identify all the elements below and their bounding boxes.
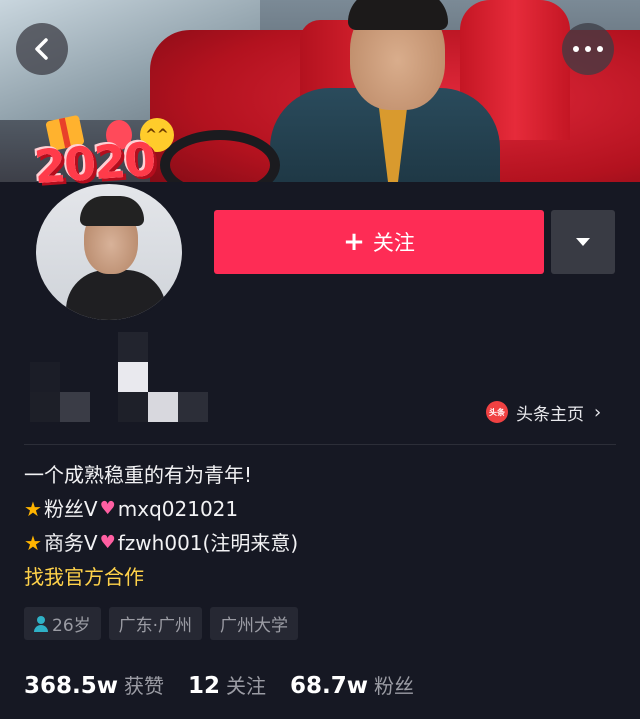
user-icon [34, 615, 48, 632]
follow-label: 关注 [372, 231, 415, 255]
hearts-icon: ♥ [99, 498, 116, 519]
chevron-right-icon: › [594, 401, 602, 423]
toutiao-logo-icon: 头条 [486, 401, 508, 423]
back-button[interactable] [16, 23, 68, 75]
followers-stat[interactable]: 68.7w 粉丝 [290, 670, 414, 699]
sticker-text: 2020 [32, 131, 156, 195]
likes-stat: 368.5w 获赞 [24, 673, 164, 699]
following-stat[interactable]: 12 关注 [188, 670, 266, 699]
bio-line-business: ★ 商务V ♥ fzwh001(注明来意) [24, 526, 624, 560]
more-dots-icon [573, 46, 579, 52]
new-year-sticker: ^^ 2020 [28, 114, 188, 204]
chevron-left-icon [35, 38, 48, 60]
toutiao-label: 头条主页 [516, 404, 584, 425]
profile-tags: 26岁 广东·广州 广州大学 [24, 607, 299, 640]
bio: 一个成熟稳重的有为青年! ★ 粉丝V ♥ mxq021021 ★ 商务V ♥ f… [24, 458, 624, 594]
official-cooperation-link[interactable]: 找我官方合作 [24, 560, 624, 594]
location-tag: 广东·广州 [108, 607, 203, 640]
star-icon: ★ [24, 531, 42, 555]
bio-line-1: 一个成熟稳重的有为青年! [24, 463, 253, 487]
profile-stats: 368.5w 获赞 12 关注 68.7w 粉丝 [24, 670, 414, 699]
plus-icon: + [343, 227, 365, 257]
recommend-dropdown-button[interactable] [551, 210, 615, 274]
school-tag: 广州大学 [210, 607, 299, 640]
star-icon: ★ [24, 497, 42, 521]
username-mosaic [30, 332, 220, 442]
hearts-icon: ♥ [99, 532, 116, 553]
caret-down-icon [576, 238, 590, 246]
follow-button[interactable]: + 关注 [214, 210, 544, 274]
toutiao-homepage-link[interactable]: 头条 头条主页 › [486, 400, 602, 425]
bio-line-fans: ★ 粉丝V ♥ mxq021021 [24, 492, 624, 526]
age-tag: 26岁 [24, 607, 101, 640]
more-button[interactable] [562, 23, 614, 75]
divider [24, 444, 616, 445]
